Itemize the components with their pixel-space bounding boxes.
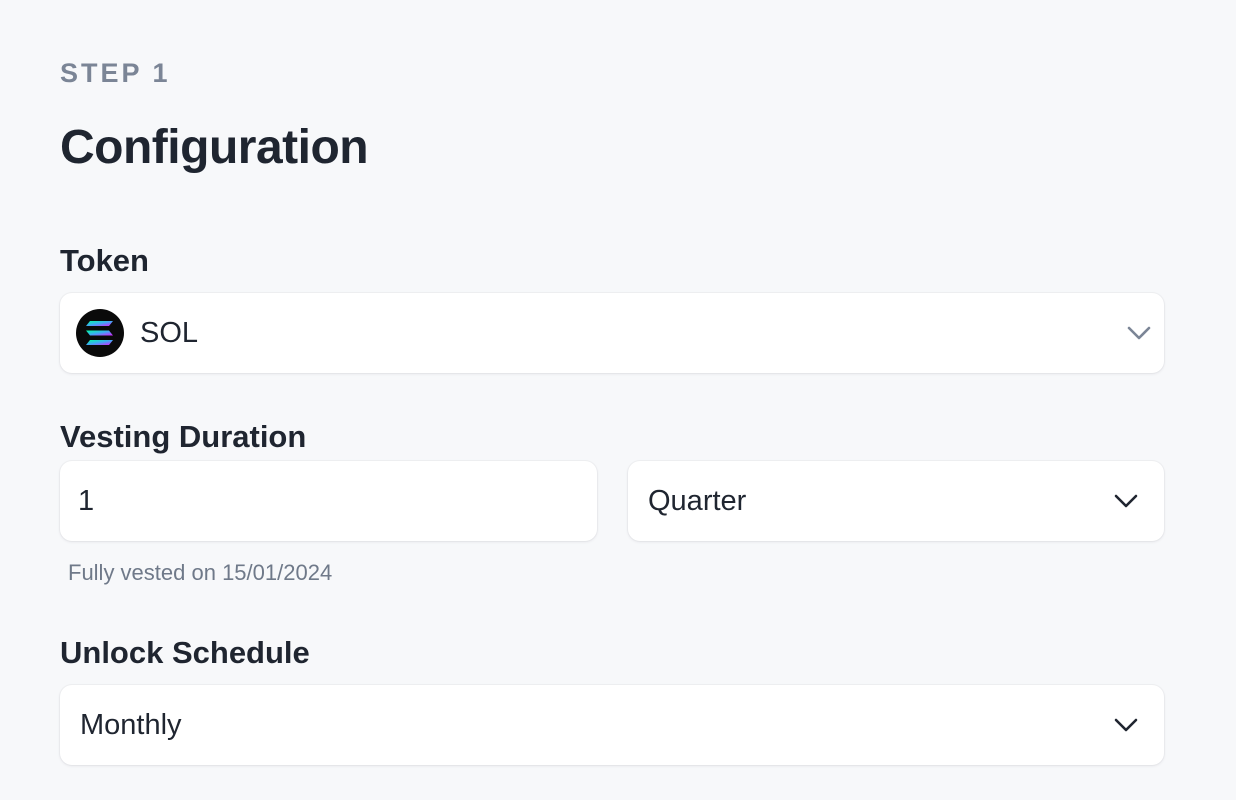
token-label: Token <box>60 243 149 278</box>
vesting-duration-label: Vesting Duration <box>60 419 307 454</box>
page-title: Configuration <box>60 121 369 174</box>
chevron-down-icon <box>1114 718 1138 732</box>
token-select[interactable]: SOL <box>60 293 1164 373</box>
unlock-schedule-selected-value: Monthly <box>80 709 182 741</box>
vesting-duration-value: 1 <box>78 485 95 517</box>
vesting-period-selected-value: Quarter <box>648 485 747 517</box>
vesting-period-select[interactable]: Quarter <box>628 461 1164 541</box>
step-label: STEP 1 <box>60 58 171 88</box>
vesting-duration-input[interactable]: 1 <box>60 461 597 541</box>
chevron-down-icon <box>1127 326 1151 340</box>
chevron-down-icon <box>1114 494 1138 508</box>
unlock-schedule-select[interactable]: Monthly <box>60 685 1164 765</box>
token-selected-value: SOL <box>140 317 199 349</box>
solana-logo-icon <box>76 309 124 357</box>
vesting-helper-text: Fully vested on 15/01/2024 <box>68 560 333 585</box>
unlock-schedule-label: Unlock Schedule <box>60 635 310 670</box>
